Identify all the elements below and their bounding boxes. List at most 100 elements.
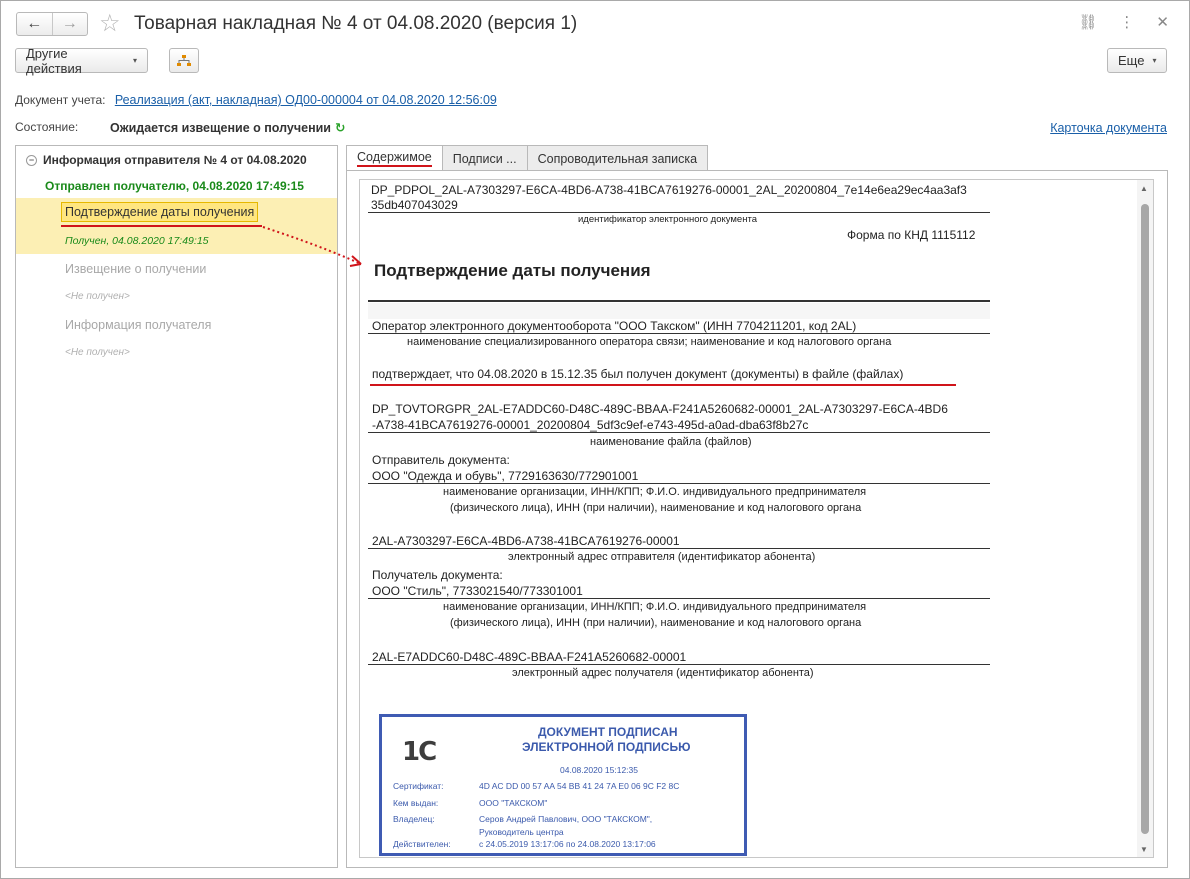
window: ← → ☆ Товарная накладная № 4 от 04.08.20… xyxy=(0,0,1190,879)
stamp-title: ДОКУМЕНТ ПОДПИСАН xyxy=(538,725,678,739)
tree-status-received: Получен, 04.08.2020 17:49:15 xyxy=(65,235,209,247)
state-label: Состояние: xyxy=(15,120,79,134)
document-view[interactable]: DP_PDPOL_2AL-A7303297-E6CA-4BD6-A738-41B… xyxy=(359,179,1154,858)
recipient-caption: наименование организации, ИНН/КПП; Ф.И.О… xyxy=(443,601,867,613)
tree-item-sender-info[interactable]: − Информация отправителя № 4 от 04.08.202… xyxy=(26,153,307,167)
red-underline xyxy=(61,225,262,227)
1c-logo: 1С xyxy=(402,737,437,767)
file-name-line: -A738-41BCA7619276-00001_20200804_5df3c9… xyxy=(372,418,809,432)
accounting-document-link[interactable]: Реализация (акт, накладная) ОД00-000004 … xyxy=(115,93,497,107)
divider xyxy=(368,432,990,433)
state-row: Состояние: Ожидается извещение о получен… xyxy=(15,120,345,135)
recipient-value: ООО "Стиль", 7733021540/773301001 xyxy=(372,584,583,598)
forward-button[interactable]: → xyxy=(51,13,88,35)
collapse-icon[interactable]: − xyxy=(26,155,37,166)
accounting-document-row: Документ учета: Реализация (акт, накладн… xyxy=(15,93,497,107)
blank-row xyxy=(368,303,990,319)
favorite-star-icon[interactable]: ☆ xyxy=(99,9,121,37)
divider xyxy=(368,333,990,334)
document-id-line: DP_PDPOL_2AL-A7303297-E6CA-4BD6-A738-41B… xyxy=(371,183,967,197)
link-icon[interactable]: ⛓ xyxy=(1078,13,1097,31)
sender-caption: (физического лица), ИНН (при наличии), н… xyxy=(450,502,862,514)
tree-status-sent: Отправлен получателю, 04.08.2020 17:49:1… xyxy=(45,179,304,193)
tab-bar: Содержимое Подписи ... Сопроводительная … xyxy=(346,145,709,171)
refresh-icon[interactable]: ↻ xyxy=(335,120,345,135)
operator-text: Оператор электронного документооборота "… xyxy=(372,319,857,333)
content-frame: DP_PDPOL_2AL-A7303297-E6CA-4BD6-A738-41B… xyxy=(346,171,1168,868)
chevron-down-icon: ▾ xyxy=(1152,56,1157,65)
title-bar: ← → ☆ Товарная накладная № 4 от 04.08.20… xyxy=(1,1,1189,45)
file-name-line: DP_TOVTORGPR_2AL-E7ADDC60-D48C-489C-BBAA… xyxy=(372,402,948,416)
more-button[interactable]: Еще ▾ xyxy=(1107,48,1167,73)
stamp-valid-value: с 24.05.2019 13:17:06 по 24.08.2020 13:1… xyxy=(479,839,656,849)
tree-item-label: Информация отправителя № 4 от 04.08.2020 xyxy=(43,153,307,167)
tab-content[interactable]: Содержимое xyxy=(346,145,443,171)
sender-caption: наименование организации, ИНН/КПП; Ф.И.О… xyxy=(443,486,867,498)
tree-status-not-received: <Не получен> xyxy=(65,347,130,358)
knd-form: Форма по КНД 1115112 xyxy=(847,228,976,242)
document-id-caption: идентификатор электронного документа xyxy=(578,214,757,225)
divider xyxy=(368,664,990,665)
document-card-link[interactable]: Карточка документа xyxy=(1050,121,1167,135)
back-button[interactable]: ← xyxy=(17,13,52,35)
tree-status-not-received: <Не получен> xyxy=(65,291,130,302)
stamp-title: ЭЛЕКТРОННОЙ ПОДПИСЬЮ xyxy=(522,740,691,754)
divider xyxy=(368,483,990,484)
tree-item-recipient-info[interactable]: Информация получателя xyxy=(65,318,211,332)
stamp-valid-label: Действителен: xyxy=(393,839,451,849)
tab-label: Подписи ... xyxy=(452,151,517,166)
tab-label: Сопроводительная записка xyxy=(537,151,698,166)
window-title: Товарная накладная № 4 от 04.08.2020 (ве… xyxy=(134,13,578,34)
more-label: Еще xyxy=(1118,53,1145,68)
scrollbar-thumb[interactable] xyxy=(1141,204,1149,834)
stamp-owner-value: Руководитель центра xyxy=(479,827,564,837)
sender-address-caption: электронный адрес отправителя (идентифик… xyxy=(508,551,816,563)
stamp-cert-label: Сертификат: xyxy=(393,781,444,791)
divider xyxy=(368,212,990,213)
scroll-up-icon[interactable]: ▲ xyxy=(1140,184,1148,193)
arrow-right-icon: → xyxy=(61,15,78,32)
tab-label: Содержимое xyxy=(357,150,432,167)
other-actions-label: Другие действия xyxy=(26,45,82,76)
scroll-down-icon[interactable]: ▼ xyxy=(1140,845,1148,854)
red-underline xyxy=(370,384,956,386)
stamp-issuer-label: Кем выдан: xyxy=(393,798,439,808)
file-name-caption: наименование файла (файлов) xyxy=(590,436,752,448)
tab-signatures[interactable]: Подписи ... xyxy=(441,145,528,171)
window-controls: ⛓ ⋮ ✕ xyxy=(1078,13,1169,31)
recipient-label: Получатель документа: xyxy=(372,568,503,582)
stamp-owner-value: Серов Андрей Павлович, ООО "ТАКСКОМ", xyxy=(479,814,653,824)
document-id-line: 35db407043029 xyxy=(371,198,458,212)
operator-caption: наименование специализированного операто… xyxy=(407,336,892,348)
structure-button[interactable] xyxy=(169,48,199,73)
stamp-owner-label: Владелец: xyxy=(393,814,435,824)
signature-stamp: 1С ДОКУМЕНТ ПОДПИСАН ЭЛЕКТРОННОЙ ПОДПИСЬ… xyxy=(379,714,747,856)
state-value: Ожидается извещение о получении xyxy=(110,121,331,135)
chevron-down-icon: ▾ xyxy=(132,56,137,65)
document-heading: Подтверждение даты получения xyxy=(374,261,651,280)
stamp-cert-value: 4D AC DD 00 57 AA 54 BB 41 24 7A E0 06 9… xyxy=(479,781,680,791)
sender-value: ООО "Одежда и обувь", 7729163630/7729010… xyxy=(372,469,639,483)
sender-address: 2AL-A7303297-E6CA-4BD6-A738-41BCA7619276… xyxy=(372,534,680,548)
tab-cover-note[interactable]: Сопроводительная записка xyxy=(526,145,709,171)
more-menu-icon[interactable]: ⋮ xyxy=(1119,13,1134,31)
other-actions-button[interactable]: Другие действия ▾ xyxy=(15,45,148,76)
recipient-address-caption: электронный адрес получателя (идентифика… xyxy=(512,667,814,679)
vertical-scrollbar[interactable]: ▲ ▼ xyxy=(1137,180,1153,857)
stamp-issuer-value: ООО "ТАКСКОМ" xyxy=(479,798,548,808)
divider xyxy=(368,548,990,549)
accounting-document-label: Документ учета: xyxy=(15,93,106,107)
recipient-address: 2AL-E7ADDC60-D48C-489C-BBAA-F241A5260682… xyxy=(372,650,687,664)
divider xyxy=(368,300,990,302)
arrow-left-icon: ← xyxy=(26,15,43,32)
stamp-date: 04.08.2020 15:12:35 xyxy=(560,765,638,775)
hierarchy-icon xyxy=(177,54,191,66)
tree-item-receipt-notice[interactable]: Извещение о получении xyxy=(65,262,206,276)
confirmation-text: подтверждает, что 04.08.2020 в 15.12.35 … xyxy=(372,367,904,381)
document-tree: − Информация отправителя № 4 от 04.08.202… xyxy=(15,145,338,868)
navigation-group: ← → xyxy=(16,12,88,36)
tree-item-receipt-confirmation[interactable]: Подтверждение даты получения xyxy=(61,202,259,222)
close-icon[interactable]: ✕ xyxy=(1156,13,1169,31)
recipient-caption: (физического лица), ИНН (при наличии), н… xyxy=(450,617,862,629)
divider xyxy=(368,598,990,599)
